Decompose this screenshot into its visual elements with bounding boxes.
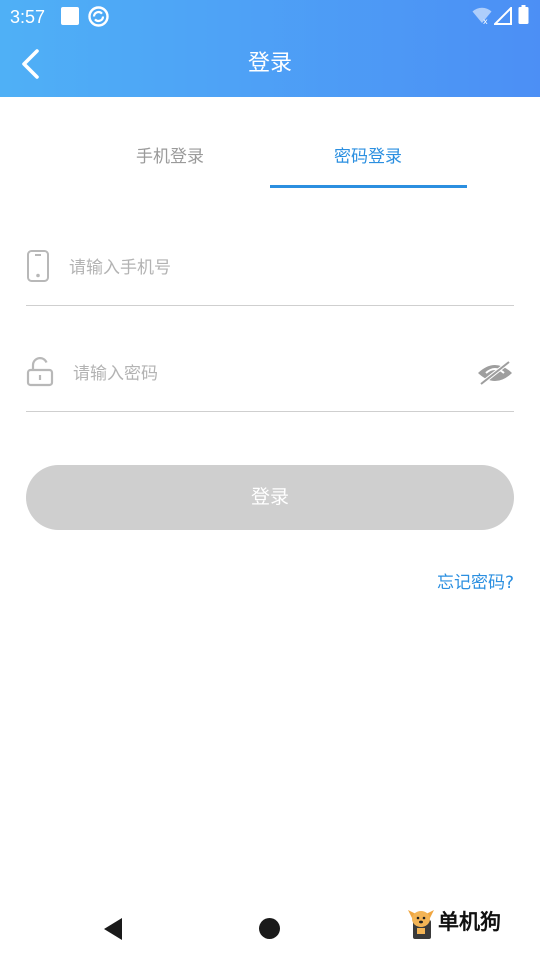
chevron-left-icon [22,49,39,79]
watermark: 单机狗 [406,906,501,942]
eye-off-icon [478,360,512,386]
phone-input[interactable] [69,250,449,286]
battery-icon [518,5,529,25]
back-button[interactable] [14,46,50,82]
tab-password-login[interactable]: 密码登录 [270,140,466,176]
active-tab-indicator [270,185,467,188]
password-visibility-toggle[interactable] [476,360,514,386]
tab-phone-login[interactable]: 手机登录 [72,140,268,176]
phone-field-row [26,244,514,306]
login-button[interactable]: 登录 [26,465,514,530]
status-time: 3:57 [10,7,46,27]
signal-icon [494,7,512,27]
notification-square-icon [60,6,80,26]
phone-icon [26,249,52,285]
svg-text:x: x [483,17,488,25]
password-divider [26,411,514,412]
page-title: 登录 [247,51,292,76]
wifi-icon: x [472,7,492,27]
app-header: 3:57 x 登录 [0,0,540,97]
phone-divider [26,305,514,306]
login-screen: 3:57 x 登录 手机登录 密码登录 请输入手机号 登录 忘记密码? 单机狗 [0,0,540,960]
nav-home-circle-icon[interactable] [259,918,280,939]
lock-icon [26,357,54,393]
password-field-row [26,350,514,412]
dog-logo-icon [408,910,434,939]
nav-back-triangle-icon[interactable] [102,916,124,942]
sync-app-icon [88,6,109,27]
password-input[interactable] [73,356,453,392]
watermark-text: 单机狗 [438,910,501,934]
forgot-password-link[interactable]: 忘记密码? [437,568,514,598]
